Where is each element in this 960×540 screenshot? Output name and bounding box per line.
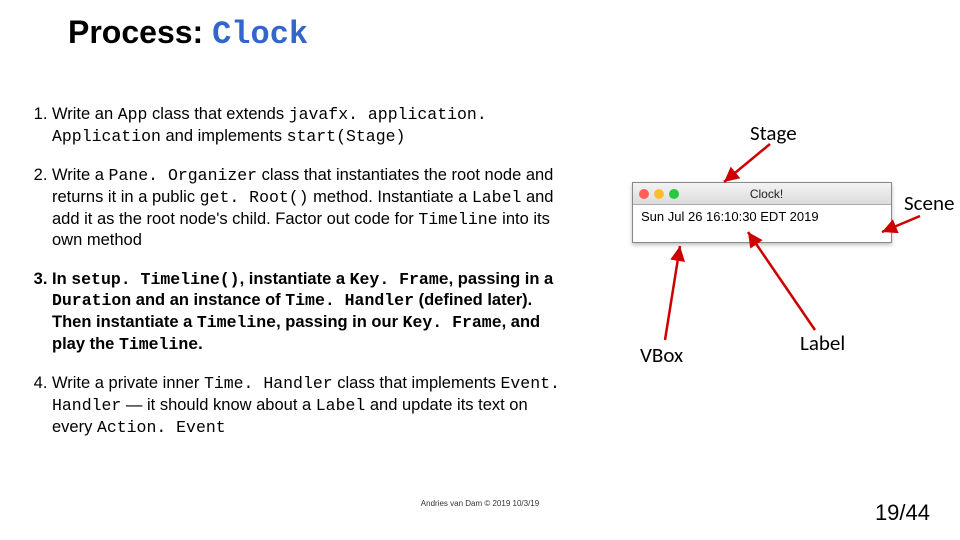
clock-label: Sun Jul 26 16:10:30 EDT 2019 — [641, 209, 819, 224]
callout-vbox: VBox — [640, 342, 683, 368]
title-code: Clock — [212, 16, 308, 53]
footer: Andries van Dam © 2019 10/3/19 — [0, 499, 960, 508]
slide-title: Process: Clock — [68, 14, 308, 53]
slide: Process: Clock Write an App class that e… — [0, 0, 960, 540]
steps-list: Write an App class that extends javafx. … — [20, 104, 560, 456]
title-prefix: Process: — [68, 14, 212, 50]
step-1: Write an App class that extends javafx. … — [52, 104, 560, 147]
window-body: Sun Jul 26 16:10:30 EDT 2019 — [633, 205, 891, 242]
page-number: 19/44 — [875, 500, 930, 526]
step-3: In setup. Timeline(), instantiate a Key.… — [52, 269, 560, 356]
callout-label: Label — [800, 330, 845, 356]
window-title: Clock! — [648, 187, 885, 201]
example-window: Clock! Sun Jul 26 16:10:30 EDT 2019 — [632, 182, 892, 243]
callout-stage: Stage — [750, 120, 797, 146]
step-2: Write a Pane. Organizer class that insta… — [52, 165, 560, 251]
callout-scene: Scene — [904, 190, 954, 216]
window-titlebar: Clock! — [633, 183, 891, 205]
step-4: Write a private inner Time. Handler clas… — [52, 373, 560, 438]
